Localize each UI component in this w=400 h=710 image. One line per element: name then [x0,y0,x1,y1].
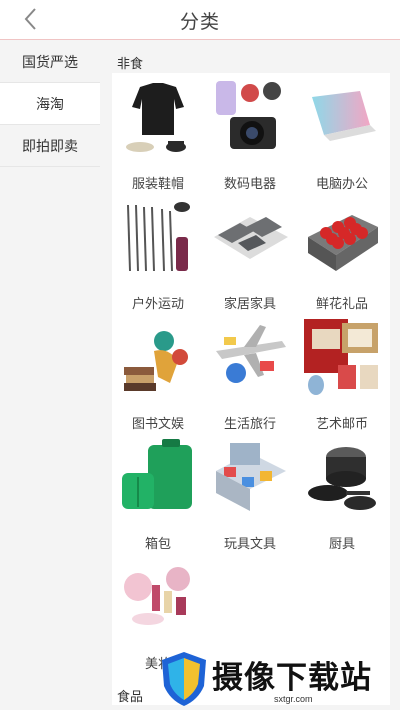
sidebar-item-jipai[interactable]: 即拍即卖 [0,125,100,167]
category-furniture[interactable]: 家居家具 [204,193,296,313]
electronics-icon [210,77,290,157]
watermark-url: sxtgr.com [274,694,313,704]
category-luggage[interactable]: 箱包 [112,433,204,553]
watermark-text: 摄像下载站 [212,660,372,695]
sidebar-item-haitao[interactable]: 海淘 [0,83,100,125]
category-label: 家居家具 [223,296,276,311]
category-label: 电脑办公 [315,176,368,191]
category-label: 箱包 [144,536,171,551]
category-label: 厨具 [328,536,355,551]
category-content: 非食 服装鞋帽 数码电器 电脑办公 户外运动 家居家具 鲜花礼品 图书文娱 生活… [100,41,400,710]
category-label: 生活旅行 [223,416,276,431]
category-laptop[interactable]: 电脑办公 [296,73,388,193]
category-label: 服装鞋帽 [131,176,184,191]
category-label: 图书文娱 [131,416,184,431]
furniture-icon [210,197,290,277]
category-stamps[interactable]: 艺术邮币 [296,313,388,433]
watermark: 摄像下载站 sxtgr.com [158,650,400,710]
sidebar-item-guohuo[interactable]: 国货严选 [0,41,100,83]
category-books[interactable]: 图书文娱 [112,313,204,433]
clothing-icon [118,77,198,157]
sports-icon [118,197,198,277]
shield-logo-icon [158,650,210,708]
category-label: 户外运动 [131,296,184,311]
category-label: 艺术邮币 [315,416,368,431]
section-title-nonfood: 非食 [117,56,144,71]
category-grid: 服装鞋帽 数码电器 电脑办公 户外运动 家居家具 鲜花礼品 图书文娱 生活旅行 … [112,73,390,705]
category-electronics[interactable]: 数码电器 [204,73,296,193]
cosmetics-icon [118,557,198,637]
category-cookware[interactable]: 厨具 [296,433,388,553]
section-title-food: 食品 [117,689,144,704]
category-clothing[interactable]: 服装鞋帽 [112,73,204,193]
category-label: 数码电器 [223,176,276,191]
laptop-icon [302,77,382,157]
category-travel[interactable]: 生活旅行 [204,313,296,433]
travel-icon [210,317,290,397]
page-title: 分类 [179,12,220,33]
header-bar: 分类 [0,0,400,40]
category-label: 鲜花礼品 [315,296,368,311]
luggage-icon [118,437,198,517]
toys-icon [210,437,290,517]
flowers-icon [302,197,382,277]
cookware-icon [302,437,382,517]
category-label: 玩具文具 [223,536,276,551]
category-flowers[interactable]: 鲜花礼品 [296,193,388,313]
category-sidebar: 国货严选 海淘 即拍即卖 [0,41,100,710]
category-sports[interactable]: 户外运动 [112,193,204,313]
books-icon [118,317,198,397]
category-toys[interactable]: 玩具文具 [204,433,296,553]
stamps-icon [302,317,382,397]
